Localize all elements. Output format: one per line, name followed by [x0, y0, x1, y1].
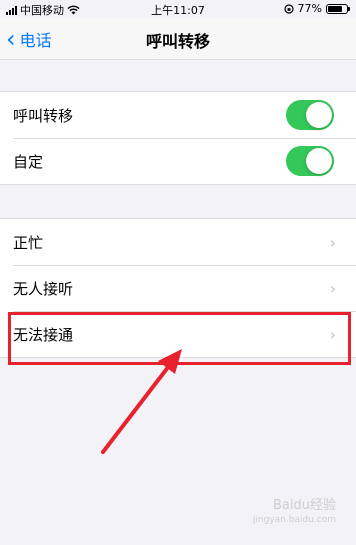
- watermark-text: Baidu经验: [273, 498, 336, 513]
- watermark-logo: Baidu经验 jingyan.baidu.com: [253, 499, 336, 527]
- watermark-sub: jingyan.baidu.com: [252, 515, 336, 525]
- annotation-arrow: [101, 349, 182, 454]
